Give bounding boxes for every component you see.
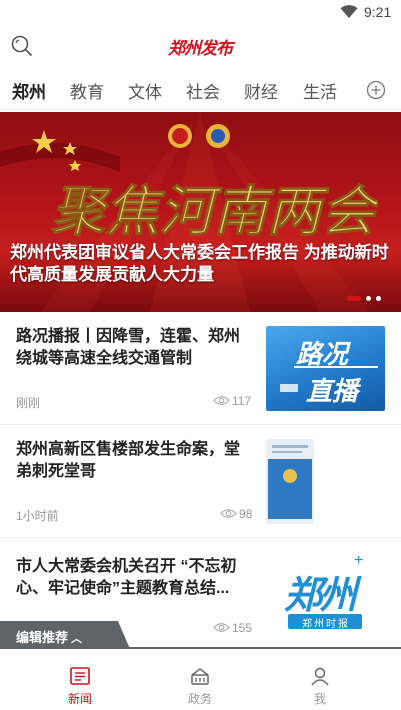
eye-icon	[213, 623, 230, 632]
editor-recommend-label: 编辑推荐	[16, 630, 69, 645]
thumbnail-text-bottom: 直播	[306, 376, 359, 406]
government-icon	[191, 668, 209, 685]
bottom-navigation: 新闻 政务 我	[0, 660, 401, 710]
news-title: 郑州高新区售楼部发生命案，堂弟刺死堂哥	[16, 441, 241, 480]
banner-headline-art: 聚焦河南两会	[51, 179, 379, 244]
thumbnail-divider	[294, 366, 378, 368]
status-bar: 9:21	[0, 0, 401, 24]
thumbnail-header-line	[272, 451, 302, 453]
news-thumbnail: 郑州 + 郑州时报	[270, 552, 380, 637]
carousel-indicator	[347, 296, 387, 302]
view-count: 98	[220, 507, 252, 521]
news-title: 路况播报丨因降雪，连霍、郑州绕城等高速全线交通管制	[16, 328, 241, 367]
thumbnail-plus-mark: +	[354, 552, 364, 569]
carousel-dot[interactable]	[366, 296, 371, 301]
plus-circle-icon[interactable]	[366, 80, 386, 100]
news-time: 1小时前	[16, 509, 59, 523]
wifi-icon	[340, 5, 358, 18]
news-thumbnail	[266, 439, 314, 524]
app-header: 郑州发布	[0, 24, 401, 70]
channel-tabs: 郑州 教育 文体 社会 财经 生活	[0, 70, 401, 110]
tab-society[interactable]: 社会	[186, 78, 220, 103]
thumbnail-header-line	[272, 445, 308, 448]
news-item[interactable]: 路况播报丨因降雪，连霍、郑州绕城等高速全线交通管制 刚刚 117 路况 直播	[0, 312, 401, 425]
svg-text:聚焦河南两会: 聚焦河南两会	[51, 179, 378, 243]
carousel-dot[interactable]	[376, 296, 381, 301]
nav-me[interactable]: 我	[280, 666, 360, 707]
nav-news[interactable]: 新闻	[40, 666, 120, 707]
thumbnail-document	[268, 459, 312, 519]
thumbnail-car-icon	[280, 384, 298, 392]
app-screen: 9:21 郑州发布 郑州 教育 文体 社会 财经 生活 聚焦河南两会 郑州代表团…	[0, 0, 401, 710]
view-count: 117	[213, 394, 251, 408]
banner-title: 郑州代表团审议省人大常委会工作报告 为推动新时代高质量发展贡献人大力量	[10, 243, 389, 284]
eye-icon	[220, 509, 237, 518]
news-title: 市人大常委会机关召开 “不忘初心、牢记使命”主题教育总结...	[16, 558, 237, 597]
tab-zhengzhou[interactable]: 郑州	[12, 78, 46, 103]
featured-banner[interactable]: 聚焦河南两会 郑州代表团审议省人大常委会工作报告 为推动新时代高质量发展贡献人大…	[0, 112, 401, 312]
view-count: 155	[213, 621, 252, 635]
tab-life[interactable]: 生活	[303, 78, 337, 103]
tab-culture-sports[interactable]: 文体	[128, 78, 162, 103]
nav-government[interactable]: 政务	[160, 666, 240, 707]
thumbnail-emblem	[283, 469, 297, 483]
news-time: 刚刚	[16, 396, 41, 410]
view-count-value: 155	[232, 621, 253, 635]
user-icon	[311, 667, 329, 686]
carousel-dot-active[interactable]	[347, 296, 361, 301]
eye-icon	[213, 396, 230, 405]
nav-news-label: 新闻	[67, 692, 92, 706]
status-time: 9:21	[364, 4, 392, 20]
tab-education[interactable]: 教育	[70, 78, 104, 103]
editor-recommend-button[interactable]: 编辑推荐 ︿	[0, 621, 130, 649]
chevron-up-icon: ︿	[71, 633, 83, 645]
nav-government-label: 政务	[187, 692, 212, 706]
thumbnail-logo: 郑州	[284, 572, 357, 617]
news-thumbnail: 路况 直播	[266, 326, 385, 411]
news-item[interactable]: 郑州高新区售楼部发生命案，堂弟刺死堂哥 1小时前 98	[0, 425, 401, 538]
view-count-value: 98	[239, 507, 253, 521]
news-icon	[70, 667, 90, 685]
tab-finance[interactable]: 财经	[244, 78, 278, 103]
view-count-value: 117	[232, 394, 252, 408]
search-icon[interactable]	[10, 34, 34, 58]
thumbnail-subtitle: 郑州时报	[302, 619, 350, 630]
app-logo: 郑州发布	[168, 39, 233, 59]
nav-me-label: 我	[313, 692, 326, 706]
